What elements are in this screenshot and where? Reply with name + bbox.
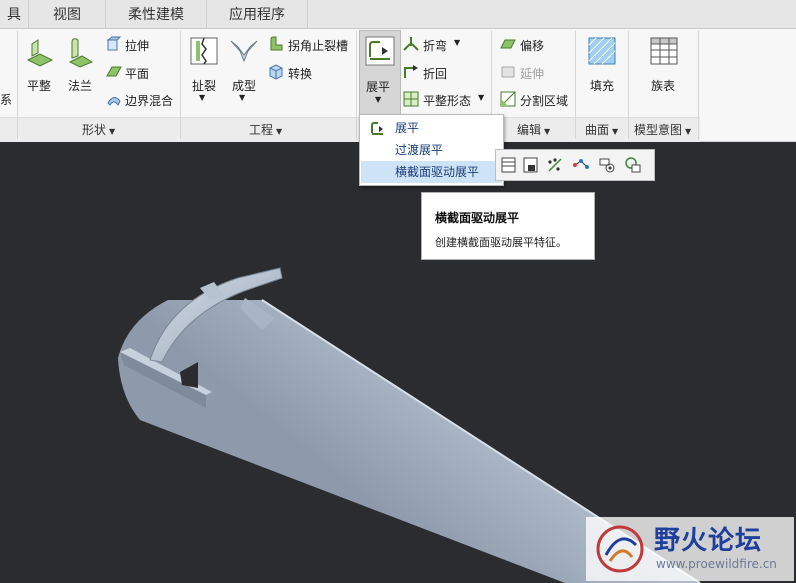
group-separator <box>180 31 181 139</box>
unbend-dropdown-menu: 展平 过渡展平 横截面驱动展平 <box>359 114 504 186</box>
group-separator <box>17 31 18 139</box>
offset-icon <box>500 39 516 49</box>
menu-item-cross-section-driven-unbend[interactable]: 横截面驱动展平 <box>361 161 502 183</box>
group-separator <box>698 31 699 139</box>
chevron-down-icon: ▼ <box>199 93 206 102</box>
group-separator <box>356 31 357 139</box>
tab-applications[interactable]: 应用程序 <box>207 0 308 28</box>
mini-toolbar <box>495 149 655 181</box>
tab-flexible-modeling[interactable]: 柔性建模 <box>106 0 207 28</box>
model-intent-group-label[interactable]: 模型意图 ▼ <box>634 121 691 138</box>
chevron-down-icon: ▼ <box>612 127 619 136</box>
shape-group-label[interactable]: 形状 ▼ <box>82 121 115 138</box>
flat-wall-icon <box>26 39 54 67</box>
ribbon-tab-bar: 具 视图 柔性建模 应用程序 <box>0 0 796 29</box>
extrude-icon <box>106 36 122 51</box>
watermark-url: www.proewildfire.cn <box>656 557 777 571</box>
rip-icon <box>190 37 218 65</box>
form-icon <box>230 40 258 63</box>
boundary-blend-icon <box>107 97 121 106</box>
surfaces-group-label[interactable]: 曲面 ▼ <box>585 121 618 138</box>
table-icon[interactable] <box>500 156 518 174</box>
convert-icon <box>269 64 283 80</box>
family-table-icon <box>650 37 678 65</box>
tab-view[interactable]: 视图 <box>29 0 106 28</box>
forum-logo-icon <box>596 525 644 573</box>
forum-watermark: 野火论坛 www.proewildfire.cn <box>586 517 794 581</box>
snapshot-icon[interactable] <box>522 156 540 174</box>
group-separator <box>575 31 576 139</box>
menu-item-unbend[interactable]: 展平 <box>361 117 502 139</box>
flat-pattern-icon <box>403 91 419 107</box>
editing-group-label[interactable]: 编辑 ▼ <box>517 121 550 138</box>
fill-icon <box>588 37 616 65</box>
chevron-down-icon: ▼ <box>454 38 461 47</box>
tooltip-title: 横截面驱动展平 <box>435 211 520 225</box>
chevron-down-icon: ▼ <box>375 95 382 104</box>
tab-tools[interactable]: 具 <box>0 0 29 28</box>
unbend-icon <box>365 36 395 66</box>
menu-item-transitional-unbend[interactable]: 过渡展平 <box>361 139 502 161</box>
chevron-down-icon: ▼ <box>239 93 246 102</box>
engineering-group-label[interactable]: 工程 ▼ <box>249 121 282 138</box>
appearance-icon[interactable] <box>624 156 642 174</box>
sketch-points-icon[interactable] <box>546 156 564 174</box>
chevron-down-icon: ▼ <box>276 127 283 136</box>
unbend-icon <box>371 122 383 135</box>
view-manager-icon[interactable] <box>598 156 616 174</box>
connect-points-icon[interactable] <box>572 156 590 174</box>
tooltip: 横截面驱动展平 创建横截面驱动展平特征。 <box>421 192 595 260</box>
tooltip-description: 创建横截面驱动展平特征。 <box>435 236 567 249</box>
chevron-down-icon: ▼ <box>544 127 551 136</box>
chevron-down-icon: ▼ <box>109 127 116 136</box>
coordinate-system-label[interactable]: 系 <box>0 91 12 108</box>
chevron-down-icon: ▼ <box>685 127 692 136</box>
watermark-title: 野火论坛 <box>654 526 763 556</box>
bend-icon <box>403 37 419 51</box>
bend-back-icon <box>404 65 418 78</box>
group-separator <box>628 31 629 139</box>
chevron-down-icon: ▼ <box>478 93 485 102</box>
split-area-icon <box>500 91 516 107</box>
unbend-button[interactable]: 展平 ▼ <box>359 30 401 117</box>
corner-relief-icon <box>270 36 283 51</box>
extend-icon <box>501 66 515 78</box>
flange-icon <box>68 38 94 68</box>
planar-icon <box>106 66 122 77</box>
